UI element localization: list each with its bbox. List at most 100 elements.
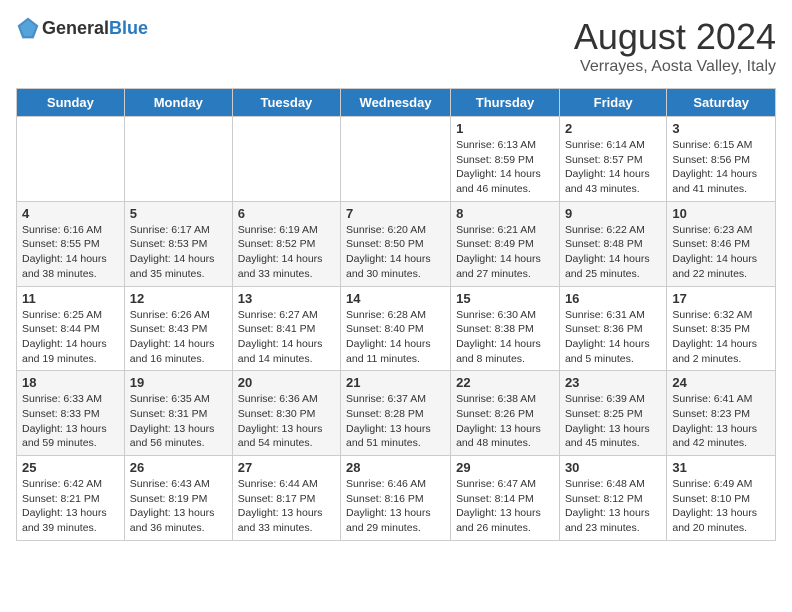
day-info: Sunrise: 6:37 AM Sunset: 8:28 PM Dayligh… [346, 392, 445, 451]
calendar-cell: 25 Sunrise: 6:42 AM Sunset: 8:21 PM Dayli… [17, 456, 125, 541]
day-number: 27 [238, 460, 335, 475]
title-area: August 2024 Verrayes, Aosta Valley, Ital… [574, 16, 776, 76]
calendar-cell: 24 Sunrise: 6:41 AM Sunset: 8:23 PM Dayli… [667, 371, 776, 456]
day-info: Sunrise: 6:14 AM Sunset: 8:57 PM Dayligh… [565, 138, 661, 197]
day-info: Sunrise: 6:42 AM Sunset: 8:21 PM Dayligh… [22, 477, 119, 536]
col-monday: Monday [124, 89, 232, 117]
calendar-cell [124, 117, 232, 202]
day-number: 8 [456, 206, 554, 221]
day-info: Sunrise: 6:43 AM Sunset: 8:19 PM Dayligh… [130, 477, 227, 536]
calendar-week-1: 1 Sunrise: 6:13 AM Sunset: 8:59 PM Daylig… [17, 117, 776, 202]
day-info: Sunrise: 6:21 AM Sunset: 8:49 PM Dayligh… [456, 223, 554, 282]
day-info: Sunrise: 6:20 AM Sunset: 8:50 PM Dayligh… [346, 223, 445, 282]
day-number: 19 [130, 375, 227, 390]
calendar-cell [17, 117, 125, 202]
calendar-week-3: 11 Sunrise: 6:25 AM Sunset: 8:44 PM Dayli… [17, 286, 776, 371]
day-number: 28 [346, 460, 445, 475]
day-number: 25 [22, 460, 119, 475]
day-info: Sunrise: 6:44 AM Sunset: 8:17 PM Dayligh… [238, 477, 335, 536]
calendar-cell: 16 Sunrise: 6:31 AM Sunset: 8:36 PM Dayli… [559, 286, 666, 371]
day-info: Sunrise: 6:47 AM Sunset: 8:14 PM Dayligh… [456, 477, 554, 536]
day-info: Sunrise: 6:41 AM Sunset: 8:23 PM Dayligh… [672, 392, 770, 451]
day-info: Sunrise: 6:15 AM Sunset: 8:56 PM Dayligh… [672, 138, 770, 197]
day-info: Sunrise: 6:22 AM Sunset: 8:48 PM Dayligh… [565, 223, 661, 282]
day-number: 16 [565, 291, 661, 306]
calendar-week-5: 25 Sunrise: 6:42 AM Sunset: 8:21 PM Dayli… [17, 456, 776, 541]
day-number: 4 [22, 206, 119, 221]
calendar-cell: 27 Sunrise: 6:44 AM Sunset: 8:17 PM Dayli… [232, 456, 340, 541]
header-row: Sunday Monday Tuesday Wednesday Thursday… [17, 89, 776, 117]
day-number: 5 [130, 206, 227, 221]
day-number: 23 [565, 375, 661, 390]
calendar-cell: 9 Sunrise: 6:22 AM Sunset: 8:48 PM Daylig… [559, 201, 666, 286]
month-title: August 2024 [574, 16, 776, 58]
calendar-week-2: 4 Sunrise: 6:16 AM Sunset: 8:55 PM Daylig… [17, 201, 776, 286]
day-info: Sunrise: 6:19 AM Sunset: 8:52 PM Dayligh… [238, 223, 335, 282]
day-number: 29 [456, 460, 554, 475]
calendar-cell: 22 Sunrise: 6:38 AM Sunset: 8:26 PM Dayli… [451, 371, 560, 456]
calendar-cell: 6 Sunrise: 6:19 AM Sunset: 8:52 PM Daylig… [232, 201, 340, 286]
day-number: 1 [456, 121, 554, 136]
calendar-cell: 7Sunrise: 6:20 AM Sunset: 8:50 PM Daylig… [341, 201, 451, 286]
col-thursday: Thursday [451, 89, 560, 117]
day-number: 10 [672, 206, 770, 221]
day-info: Sunrise: 6:38 AM Sunset: 8:26 PM Dayligh… [456, 392, 554, 451]
day-info: Sunrise: 6:16 AM Sunset: 8:55 PM Dayligh… [22, 223, 119, 282]
day-number: 31 [672, 460, 770, 475]
day-info: Sunrise: 6:30 AM Sunset: 8:38 PM Dayligh… [456, 308, 554, 367]
logo-text: GeneralBlue [42, 18, 148, 39]
day-number: 21 [346, 375, 445, 390]
calendar-cell: 3 Sunrise: 6:15 AM Sunset: 8:56 PM Daylig… [667, 117, 776, 202]
calendar-cell: 5Sunrise: 6:17 AM Sunset: 8:53 PM Daylig… [124, 201, 232, 286]
col-saturday: Saturday [667, 89, 776, 117]
calendar-cell: 17Sunrise: 6:32 AM Sunset: 8:35 PM Dayli… [667, 286, 776, 371]
calendar-table: Sunday Monday Tuesday Wednesday Thursday… [16, 88, 776, 541]
calendar-cell: 21 Sunrise: 6:37 AM Sunset: 8:28 PM Dayli… [341, 371, 451, 456]
calendar-cell [232, 117, 340, 202]
day-number: 30 [565, 460, 661, 475]
day-number: 3 [672, 121, 770, 136]
day-number: 13 [238, 291, 335, 306]
day-info: Sunrise: 6:31 AM Sunset: 8:36 PM Dayligh… [565, 308, 661, 367]
calendar-cell: 19 Sunrise: 6:35 AM Sunset: 8:31 PM Dayli… [124, 371, 232, 456]
calendar-cell: 15 Sunrise: 6:30 AM Sunset: 8:38 PM Dayli… [451, 286, 560, 371]
day-number: 2 [565, 121, 661, 136]
calendar-cell: 26 Sunrise: 6:43 AM Sunset: 8:19 PM Dayli… [124, 456, 232, 541]
day-number: 12 [130, 291, 227, 306]
logo-icon [16, 16, 40, 40]
day-number: 15 [456, 291, 554, 306]
day-info: Sunrise: 6:26 AM Sunset: 8:43 PM Dayligh… [130, 308, 227, 367]
calendar-cell: 28 Sunrise: 6:46 AM Sunset: 8:16 PM Dayli… [341, 456, 451, 541]
calendar-cell: 31Sunrise: 6:49 AM Sunset: 8:10 PM Dayli… [667, 456, 776, 541]
day-info: Sunrise: 6:23 AM Sunset: 8:46 PM Dayligh… [672, 223, 770, 282]
calendar-cell: 2 Sunrise: 6:14 AM Sunset: 8:57 PM Daylig… [559, 117, 666, 202]
day-number: 9 [565, 206, 661, 221]
location-title: Verrayes, Aosta Valley, Italy [574, 58, 776, 76]
day-info: Sunrise: 6:13 AM Sunset: 8:59 PM Dayligh… [456, 138, 554, 197]
day-info: Sunrise: 6:46 AM Sunset: 8:16 PM Dayligh… [346, 477, 445, 536]
calendar-cell: 13Sunrise: 6:27 AM Sunset: 8:41 PM Dayli… [232, 286, 340, 371]
calendar-cell: 4 Sunrise: 6:16 AM Sunset: 8:55 PM Daylig… [17, 201, 125, 286]
day-number: 20 [238, 375, 335, 390]
col-wednesday: Wednesday [341, 89, 451, 117]
calendar-cell: 29 Sunrise: 6:47 AM Sunset: 8:14 PM Dayli… [451, 456, 560, 541]
day-number: 22 [456, 375, 554, 390]
col-sunday: Sunday [17, 89, 125, 117]
calendar-cell: 8 Sunrise: 6:21 AM Sunset: 8:49 PM Daylig… [451, 201, 560, 286]
day-number: 6 [238, 206, 335, 221]
day-info: Sunrise: 6:32 AM Sunset: 8:35 PM Dayligh… [672, 308, 770, 367]
day-info: Sunrise: 6:48 AM Sunset: 8:12 PM Dayligh… [565, 477, 661, 536]
calendar-week-4: 18 Sunrise: 6:33 AM Sunset: 8:33 PM Dayli… [17, 371, 776, 456]
day-number: 14 [346, 291, 445, 306]
calendar-cell: 23Sunrise: 6:39 AM Sunset: 8:25 PM Dayli… [559, 371, 666, 456]
day-number: 24 [672, 375, 770, 390]
calendar-cell: 12 Sunrise: 6:26 AM Sunset: 8:43 PM Dayli… [124, 286, 232, 371]
day-info: Sunrise: 6:33 AM Sunset: 8:33 PM Dayligh… [22, 392, 119, 451]
day-info: Sunrise: 6:35 AM Sunset: 8:31 PM Dayligh… [130, 392, 227, 451]
day-info: Sunrise: 6:25 AM Sunset: 8:44 PM Dayligh… [22, 308, 119, 367]
day-number: 18 [22, 375, 119, 390]
calendar-cell: 20Sunrise: 6:36 AM Sunset: 8:30 PM Dayli… [232, 371, 340, 456]
calendar-cell: 1 Sunrise: 6:13 AM Sunset: 8:59 PM Daylig… [451, 117, 560, 202]
day-number: 26 [130, 460, 227, 475]
day-number: 11 [22, 291, 119, 306]
